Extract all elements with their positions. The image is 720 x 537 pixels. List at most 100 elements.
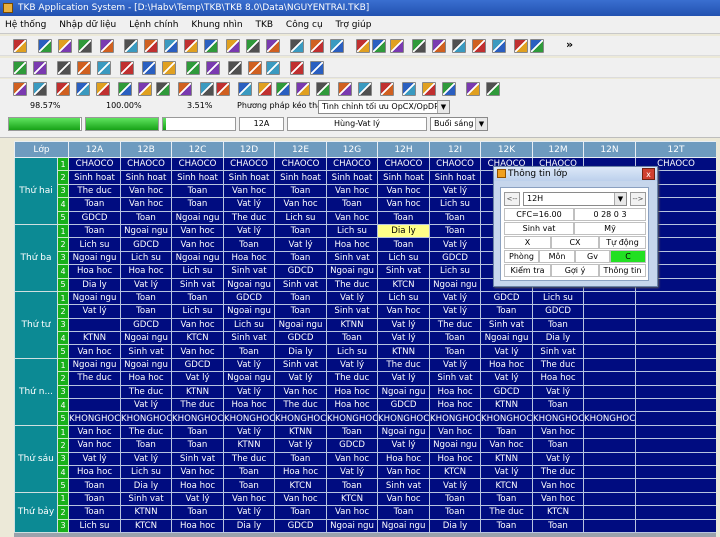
timetable-cell[interactable]: Sinh hoat: [326, 170, 379, 185]
class-column-header[interactable]: 12K: [480, 141, 534, 158]
prev-class-button[interactable]: <--: [504, 192, 520, 206]
timetable-cell[interactable]: Vat lý: [377, 371, 431, 386]
timetable-cell[interactable]: KHONGHOC: [377, 411, 431, 426]
toolbar-tool-icon[interactable]: [226, 39, 240, 53]
timetable-cell[interactable]: Sinh vat: [480, 317, 534, 333]
toolbar-tool-icon[interactable]: [422, 82, 436, 96]
class-column-header[interactable]: 12T: [635, 141, 716, 158]
timetable-cell[interactable]: Sinh vat: [171, 451, 225, 466]
timetable-cell[interactable]: Toan: [171, 438, 225, 453]
teacher-button[interactable]: Gv: [575, 250, 610, 263]
timetable-cell[interactable]: [68, 317, 122, 333]
timetable-cell[interactable]: Vat lý: [68, 451, 122, 466]
timetable-cell[interactable]: Dia ly: [532, 331, 585, 346]
toolbar-tool-icon[interactable]: [246, 39, 260, 53]
toolbar-tool-icon[interactable]: [13, 39, 27, 53]
toolbar-tool-icon[interactable]: [156, 82, 170, 96]
timetable-cell[interactable]: Van hoc: [377, 464, 431, 480]
timetable-cell[interactable]: Vat lý: [326, 464, 379, 480]
timetable-cell[interactable]: The duc: [480, 505, 534, 520]
timetable-cell[interactable]: GDCD: [120, 237, 173, 252]
timetable-cell[interactable]: [583, 478, 637, 493]
timetable-cell[interactable]: Toan: [274, 183, 328, 199]
timetable-cell[interactable]: Van hoc: [326, 451, 379, 466]
toolbar-tool-icon[interactable]: [466, 82, 480, 96]
timetable-cell[interactable]: GDCD: [171, 357, 225, 373]
auto-button[interactable]: Tự động: [599, 236, 646, 249]
toolbar-tool-icon[interactable]: [442, 82, 456, 96]
timetable-cell[interactable]: [583, 371, 637, 386]
toolbar-tool-icon[interactable]: [356, 39, 370, 53]
class-column-header[interactable]: 12E: [274, 141, 328, 158]
timetable-cell[interactable]: Toan: [429, 331, 482, 346]
timetable-cell[interactable]: Vat lý: [223, 223, 276, 239]
session-select[interactable]: Buổi sáng ▼: [430, 117, 488, 131]
timetable-cell[interactable]: Toan: [429, 223, 482, 239]
timetable-cell[interactable]: Toan: [532, 518, 585, 533]
timetable-cell[interactable]: Sinh vat: [223, 264, 276, 279]
timetable-cell[interactable]: [635, 331, 716, 346]
timetable-cell[interactable]: Ngoai ngu: [429, 277, 482, 292]
toolbar-tool-icon[interactable]: [57, 61, 71, 75]
timetable-cell[interactable]: Lich su: [532, 290, 585, 306]
toolbar-tool-icon[interactable]: [124, 39, 138, 53]
timetable-cell[interactable]: GDCD: [429, 250, 482, 266]
timetable-cell[interactable]: Toan: [171, 505, 225, 520]
timetable-cell[interactable]: Van hoc: [532, 478, 585, 493]
toolbar-tool-icon[interactable]: [338, 82, 352, 96]
timetable-cell[interactable]: Hoa hoc: [171, 478, 225, 493]
toolbar-tool-icon[interactable]: [144, 39, 158, 53]
timetable-cell[interactable]: Vat lý: [223, 505, 276, 520]
timetable-cell[interactable]: Vat lý: [429, 290, 482, 306]
toolbar-tool-icon[interactable]: [118, 82, 132, 96]
timetable-cell[interactable]: GDCD: [223, 290, 276, 306]
timetable-cell[interactable]: Hoa hoc: [532, 371, 585, 386]
timetable-cell[interactable]: Toan: [68, 491, 122, 507]
timetable-cell[interactable]: Hoa hoc: [68, 464, 122, 480]
timetable-cell[interactable]: Vat lý: [377, 317, 431, 333]
menu-tkb[interactable]: TKB: [250, 16, 278, 34]
timetable-cell[interactable]: Lich su: [120, 250, 173, 266]
timetable-cell[interactable]: Van hoc: [532, 424, 585, 440]
timetable-cell[interactable]: Toan: [274, 451, 328, 466]
toolbar-tool-icon[interactable]: [216, 82, 230, 96]
timetable-cell[interactable]: Ngoai ngu: [223, 371, 276, 386]
timetable-cell[interactable]: Ngoai ngu: [274, 317, 328, 333]
timetable-cell[interactable]: [635, 411, 716, 426]
timetable-cell[interactable]: KTCN: [480, 478, 534, 493]
timetable-cell[interactable]: Lich su: [429, 197, 482, 212]
timetable-cell[interactable]: Lich su: [68, 518, 122, 533]
toolbar-tool-icon[interactable]: [13, 82, 27, 96]
toolbar-tool-icon[interactable]: [184, 39, 198, 53]
timetable-cell[interactable]: Vat lý: [223, 424, 276, 440]
timetable-cell[interactable]: Toan: [223, 478, 276, 493]
timetable-cell[interactable]: [583, 357, 637, 373]
timetable-cell[interactable]: Ngoai ngu: [377, 518, 431, 533]
timetable-cell[interactable]: KTNN: [223, 438, 276, 453]
timetable-cell[interactable]: Toan: [171, 424, 225, 440]
timetable-cell[interactable]: KHONGHOC: [274, 411, 328, 426]
toolbar-tool-icon[interactable]: [162, 61, 176, 75]
timetable-cell[interactable]: CHAOCO: [429, 156, 482, 172]
timetable-cell[interactable]: Vat lý: [274, 438, 328, 453]
timetable-cell[interactable]: Van hoc: [326, 505, 379, 520]
timetable-cell[interactable]: GDCD: [326, 438, 379, 453]
timetable-cell[interactable]: Dia ly: [120, 478, 173, 493]
timetable-cell[interactable]: KTCN: [274, 478, 328, 493]
timetable-cell[interactable]: Ngoai ngu: [171, 210, 225, 225]
timetable-cell[interactable]: Ngoai ngu: [480, 331, 534, 346]
timetable-cell[interactable]: Vat lý: [480, 464, 534, 480]
timetable-cell[interactable]: Van hoc: [326, 210, 379, 225]
timetable-cell[interactable]: Van hoc: [377, 491, 431, 507]
timetable-cell[interactable]: KTNN: [480, 398, 534, 413]
timetable-cell[interactable]: The duc: [171, 398, 225, 413]
timetable-cell[interactable]: KHONGHOC: [583, 411, 637, 426]
timetable-cell[interactable]: Hoa hoc: [377, 451, 431, 466]
timetable-cell[interactable]: Toan: [326, 197, 379, 212]
toolbar-tool-icon[interactable]: [206, 61, 220, 75]
class-column-header[interactable]: 12M: [532, 141, 585, 158]
timetable-cell[interactable]: Dia ly: [377, 223, 431, 239]
timetable-cell[interactable]: [68, 398, 122, 413]
timetable-cell[interactable]: KHONGHOC: [429, 411, 482, 426]
menu-he-thong[interactable]: Hệ thống: [0, 16, 51, 34]
